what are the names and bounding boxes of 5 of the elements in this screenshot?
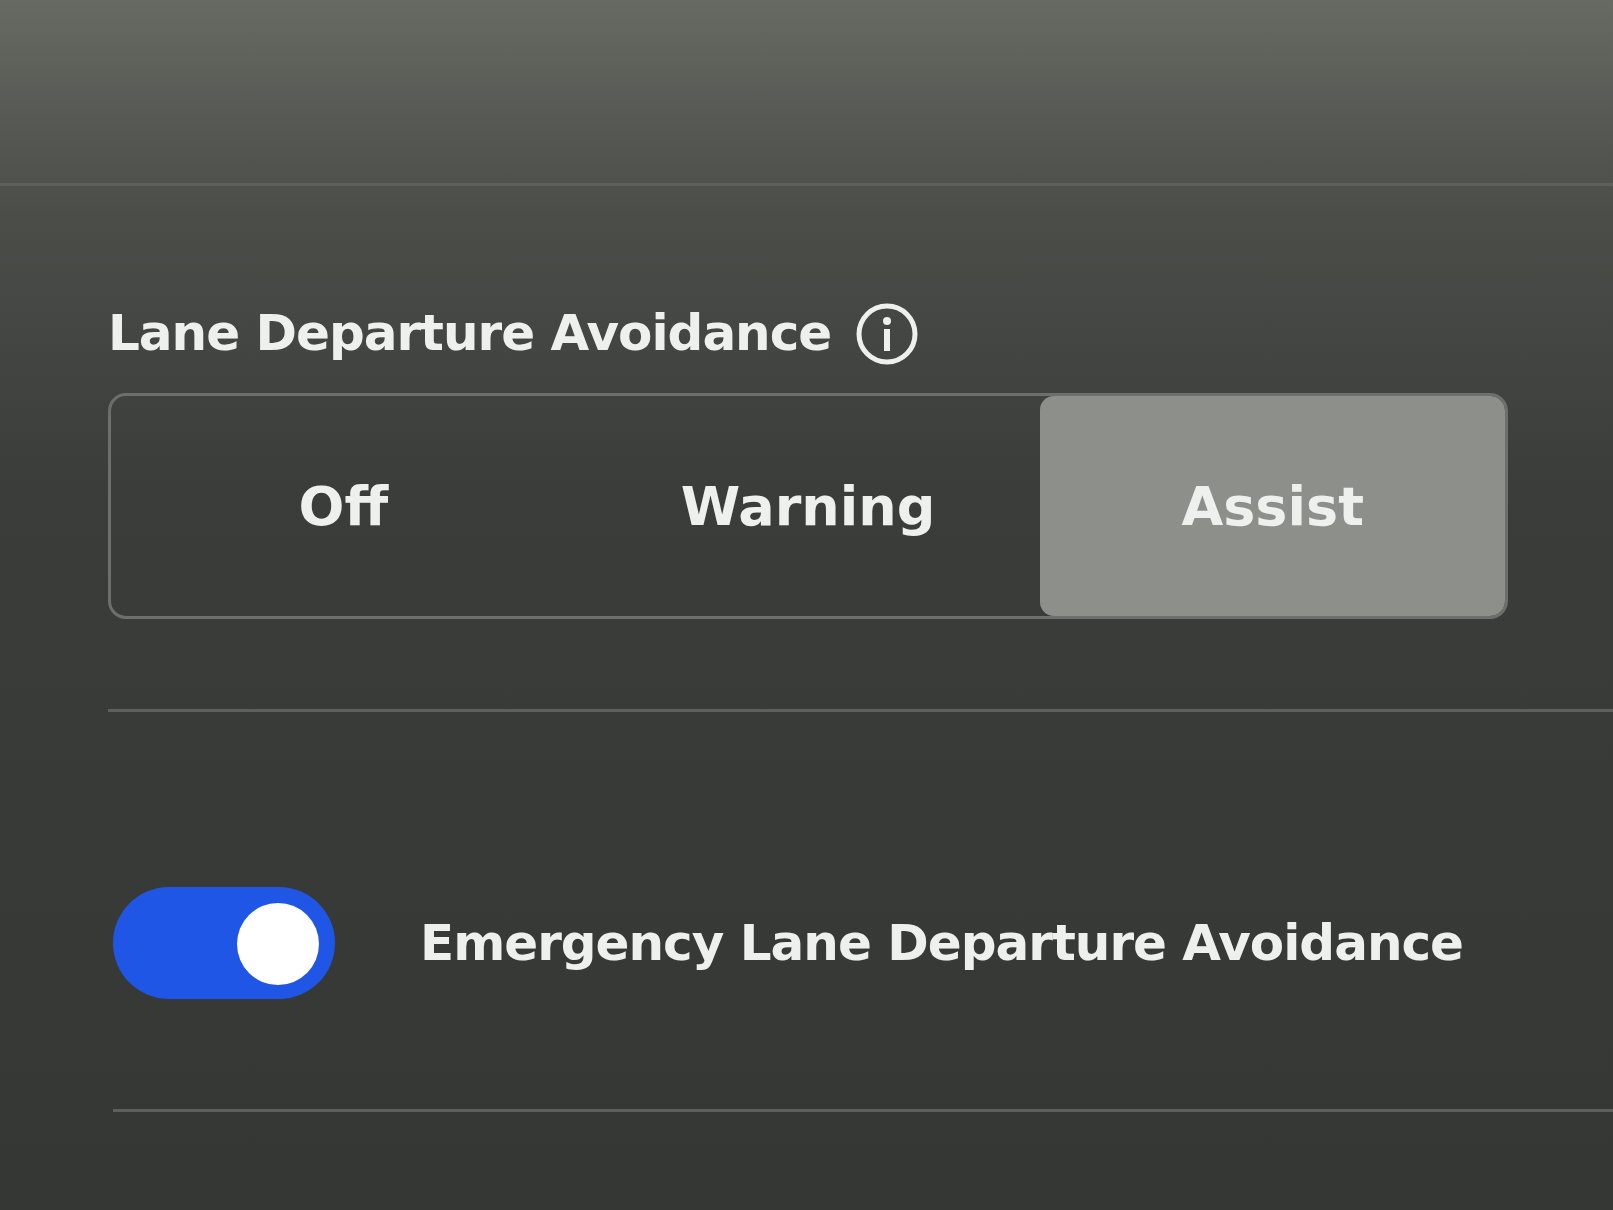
option-tab[interactable]: Off xyxy=(111,396,576,616)
option-tab[interactable]: Warning xyxy=(575,396,1041,616)
info-icon[interactable] xyxy=(855,301,920,366)
section-title: Lane Departure Avoidance xyxy=(108,303,832,364)
toggle-label: Emergency Lane Departure Avoidance xyxy=(420,912,1464,974)
